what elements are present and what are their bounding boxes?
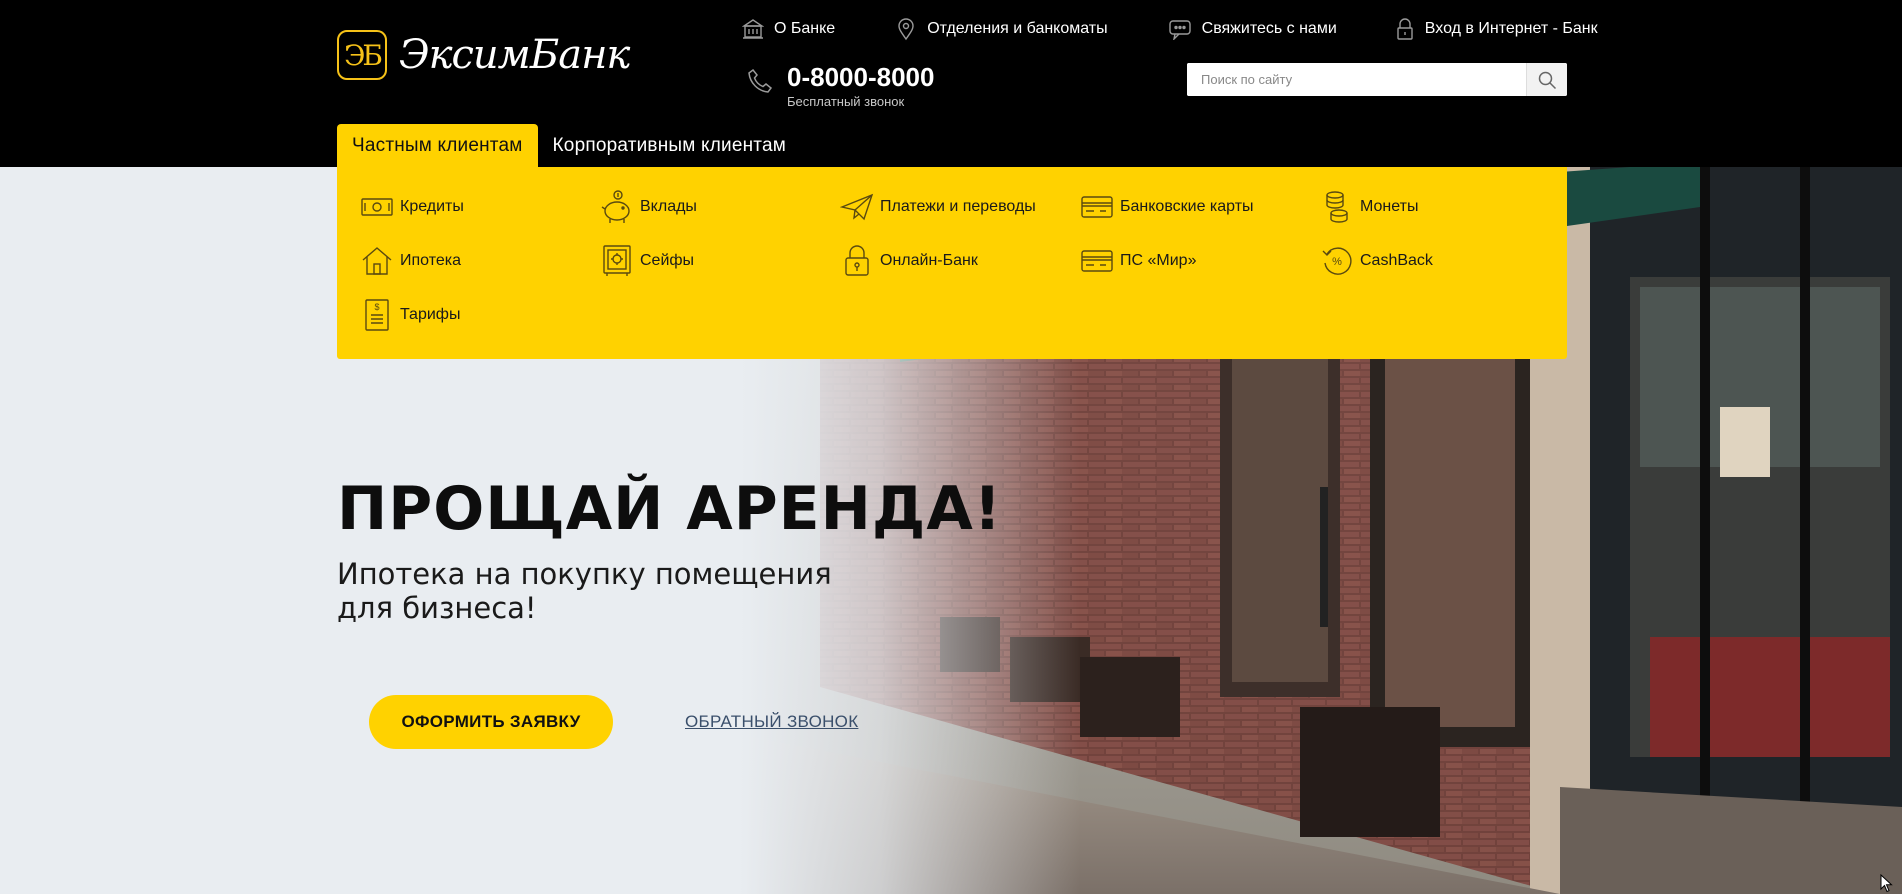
menu-item-deposits[interactable]: Вклады	[599, 187, 697, 227]
menu-item-label: Тарифы	[400, 306, 461, 323]
price-list-icon: $	[365, 299, 389, 331]
menu-item-safes[interactable]: Сейфы	[599, 241, 694, 281]
tab-private-clients[interactable]: Частным клиентам	[337, 124, 538, 167]
mouse-cursor-icon	[1880, 874, 1893, 893]
phone-caption: Бесплатный звонок	[787, 94, 905, 109]
client-tabs: Частным клиентам Корпоративным клиентам	[337, 124, 801, 167]
menu-item-payments[interactable]: Платежи и переводы	[839, 187, 1036, 227]
phone-number[interactable]: 0-8000-8000	[787, 62, 934, 92]
paper-plane-icon	[840, 193, 874, 221]
search-button[interactable]	[1526, 63, 1567, 96]
chat-bubble-icon	[1168, 20, 1191, 40]
top-link-about[interactable]: О Банке	[742, 16, 835, 42]
padlock-icon	[845, 245, 869, 276]
menu-item-credits[interactable]: Кредиты	[359, 187, 464, 227]
menu-item-label: Кредиты	[400, 198, 464, 215]
menu-item-label: ПС «Мир»	[1120, 252, 1197, 269]
callback-link[interactable]: ОБРАТНЫЙ ЗВОНОК	[685, 712, 858, 732]
hero-title: ПРОЩАЙ АРЕНДА!	[337, 474, 1003, 544]
menu-item-coins[interactable]: Монеты	[1319, 187, 1418, 227]
menu-item-label: CashBack	[1360, 252, 1433, 269]
padlock-icon	[1397, 18, 1413, 40]
cashback-percent-icon: %	[1322, 247, 1352, 275]
menu-item-cashback[interactable]: % CashBack	[1319, 241, 1433, 281]
top-link-label: Вход в Интернет - Банк	[1424, 20, 1598, 37]
search-input[interactable]	[1187, 63, 1526, 96]
logo-text: ЭксимБанк	[399, 32, 630, 78]
menu-item-label: Банковские карты	[1120, 198, 1254, 215]
top-link-internet-bank[interactable]: Вход в Интернет - Банк	[1395, 16, 1598, 42]
search-icon	[1538, 71, 1557, 89]
svg-text:%: %	[1332, 256, 1342, 268]
bank-building-icon	[742, 19, 764, 39]
menu-item-label: Платежи и переводы	[880, 198, 1036, 215]
apply-button[interactable]: ОФОРМИТЬ ЗАЯВКУ	[369, 695, 613, 749]
phone-handset-icon	[748, 68, 773, 93]
house-icon	[362, 247, 392, 275]
credit-card-icon	[1081, 196, 1113, 218]
menu-item-online-bank[interactable]: Онлайн-Банк	[839, 241, 978, 281]
menu-item-tariffs[interactable]: $ Тарифы	[359, 295, 460, 335]
site-search	[1187, 63, 1567, 96]
menu-item-label: Монеты	[1360, 198, 1419, 215]
menu-item-mir[interactable]: ПС «Мир»	[1079, 241, 1196, 281]
menu-item-label: Сейфы	[640, 252, 695, 269]
menu-item-mortgage[interactable]: Ипотека	[359, 241, 461, 281]
coins-icon	[1326, 191, 1348, 223]
top-link-label: Отделения и банкоматы	[927, 20, 1108, 37]
phone-block: 0-8000-8000 Бесплатный звонок	[745, 62, 934, 109]
bank-logo[interactable]: ЭБ ЭксимБанк	[337, 26, 630, 84]
menu-item-label: Ипотека	[400, 252, 462, 269]
safe-icon	[603, 245, 631, 276]
site-header: ЭБ ЭксимБанк О Банке Отделения и банкома…	[0, 0, 1902, 167]
svg-text:$: $	[374, 302, 379, 312]
piggy-bank-icon	[601, 190, 630, 223]
banknote-icon	[361, 198, 393, 216]
menu-item-bank-cards[interactable]: Банковские карты	[1079, 187, 1254, 227]
logo-mark: ЭБ	[337, 30, 387, 80]
private-clients-menu: Кредиты Вклады Платежи и переводы Банков…	[337, 167, 1567, 359]
menu-item-label: Онлайн-Банк	[880, 252, 978, 269]
tab-corporate-clients[interactable]: Корпоративным клиентам	[538, 124, 801, 167]
location-pin-icon	[898, 18, 914, 41]
top-link-contact[interactable]: Свяжитесь с нами	[1168, 16, 1337, 42]
top-links: О Банке Отделения и банкоматы Свяжитесь …	[742, 16, 1598, 42]
hero-subtitle: Ипотека на покупку помещения для бизнеса…	[337, 557, 832, 625]
menu-item-label: Вклады	[640, 198, 697, 215]
top-link-label: Свяжитесь с нами	[1201, 20, 1337, 37]
top-link-label: О Банке	[774, 20, 836, 37]
top-link-branches[interactable]: Отделения и банкоматы	[895, 16, 1108, 42]
credit-card-icon	[1081, 250, 1113, 272]
